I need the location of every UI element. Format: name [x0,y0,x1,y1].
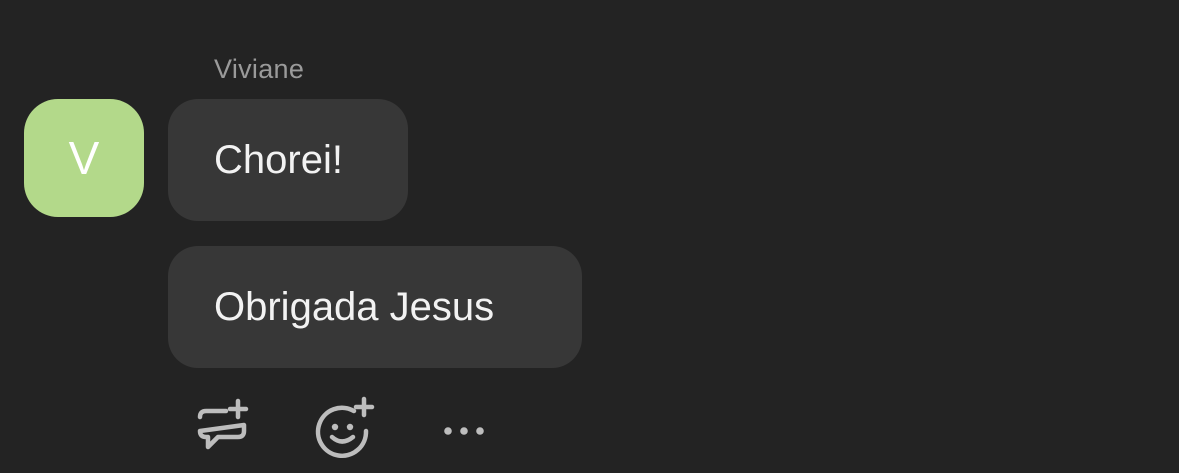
avatar-initial: V [68,132,100,184]
avatar[interactable]: V [24,99,144,217]
message-text: Obrigada Jesus [214,284,495,329]
message-bubble[interactable]: Chorei! [168,99,408,221]
message-bubble[interactable]: Obrigada Jesus [168,246,582,368]
add-reaction-icon [315,396,375,458]
more-options-button[interactable] [427,393,497,463]
chat-message-group: Viviane V Chorei! Obrigada Jesus [0,0,1179,473]
add-reaction-button[interactable] [308,393,378,463]
reply-in-thread-button[interactable] [186,393,256,463]
sender-name: Viviane [214,54,305,84]
more-options-icon [444,427,484,435]
reply-thread-icon [197,398,249,450]
message-text: Chorei! [214,137,343,182]
